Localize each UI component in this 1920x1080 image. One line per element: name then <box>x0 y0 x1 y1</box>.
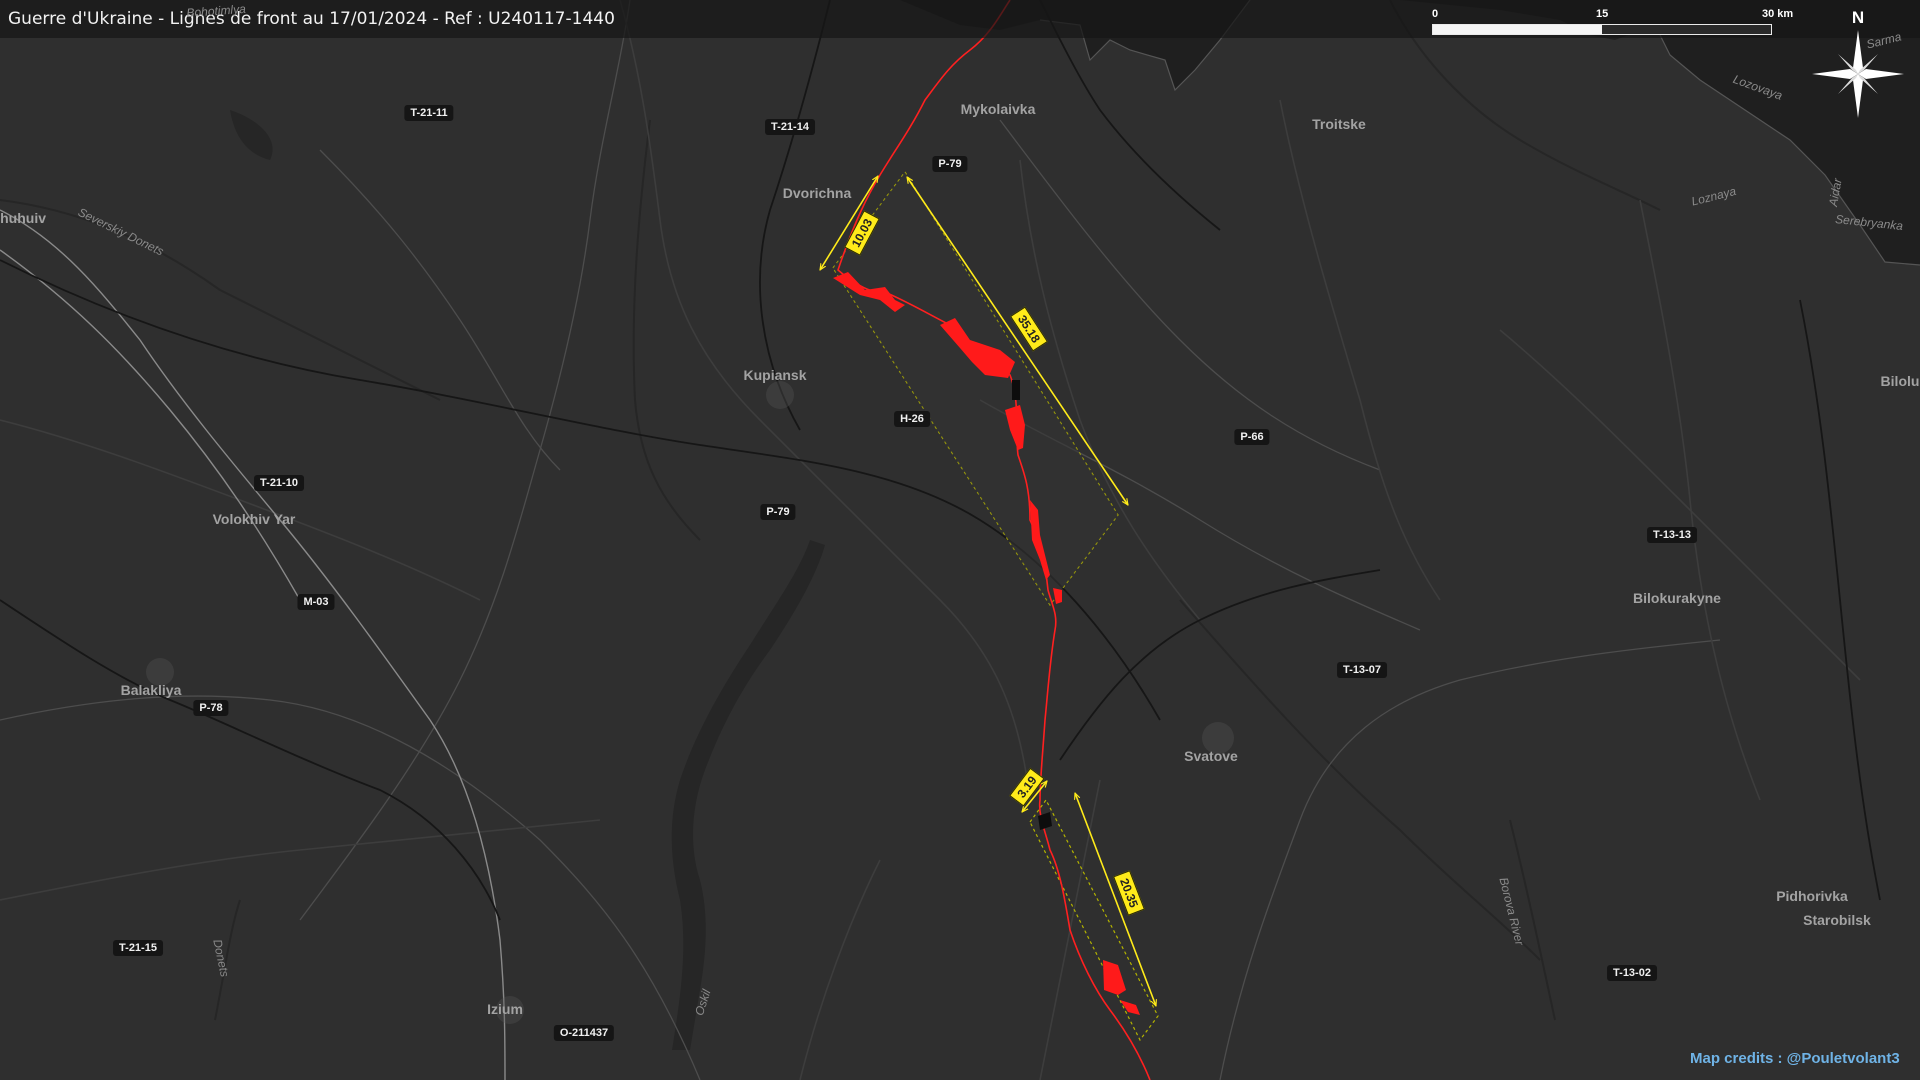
scale-bar: 0 15 30 km <box>1432 8 1793 36</box>
place-dvorichna: Dvorichna <box>782 185 852 201</box>
scale-label-end: 30 km <box>1762 8 1794 20</box>
road-p-79-south: P-79 <box>760 504 796 520</box>
road-t-21-15: T-21-15 <box>113 940 163 956</box>
place-troitske: Troitske <box>1312 116 1366 132</box>
place-svatove: Svatove <box>1184 748 1238 764</box>
road-t-13-07: T-13-07 <box>1337 662 1387 678</box>
scale-track <box>1432 24 1772 35</box>
road-h-26: H-26 <box>894 411 930 427</box>
place-pidhorivka: Pidhorivka <box>1776 888 1848 904</box>
place-izium: Izium <box>487 1001 523 1017</box>
scale-fill <box>1433 25 1602 34</box>
road-p-79-north: P-79 <box>932 156 968 172</box>
road-p-66: P-66 <box>1234 429 1270 445</box>
road-p-78: P-78 <box>193 700 229 716</box>
place-balakliya: Balakliya <box>120 682 182 698</box>
road-t-21-14: T-21-14 <box>765 119 815 135</box>
place-starobilsk: Starobilsk <box>1803 912 1871 928</box>
place-volokhiv-yar: Volokhiv Yar <box>212 511 296 527</box>
place-bilokurakyne: Bilokurakyne <box>1633 590 1721 606</box>
road-t-21-11: T-21-11 <box>404 105 454 121</box>
map-title: Guerre d'Ukraine - Lignes de front au 17… <box>8 9 615 29</box>
road-o-211437: O-211437 <box>553 1025 615 1041</box>
place-mykolaivka: Mykolaivka <box>960 101 1036 117</box>
compass-rose-icon: N <box>1808 8 1908 120</box>
scale-label-start: 0 <box>1432 8 1439 20</box>
place-kupiansk: Kupiansk <box>743 367 807 383</box>
place-bilolutsk: Bilolu <box>1880 373 1920 389</box>
road-t-13-13: T-13-13 <box>1647 527 1697 543</box>
road-t-21-10: T-21-10 <box>254 475 304 491</box>
map-credits: Map credits : @Pouletvolant3 <box>1690 1050 1900 1067</box>
scale-label-mid: 15 <box>1596 8 1609 20</box>
road-m-03: M-03 <box>297 594 335 610</box>
place-chuhuiv: Chuhuiv <box>0 210 46 226</box>
road-t-13-02: T-13-02 <box>1607 965 1657 981</box>
